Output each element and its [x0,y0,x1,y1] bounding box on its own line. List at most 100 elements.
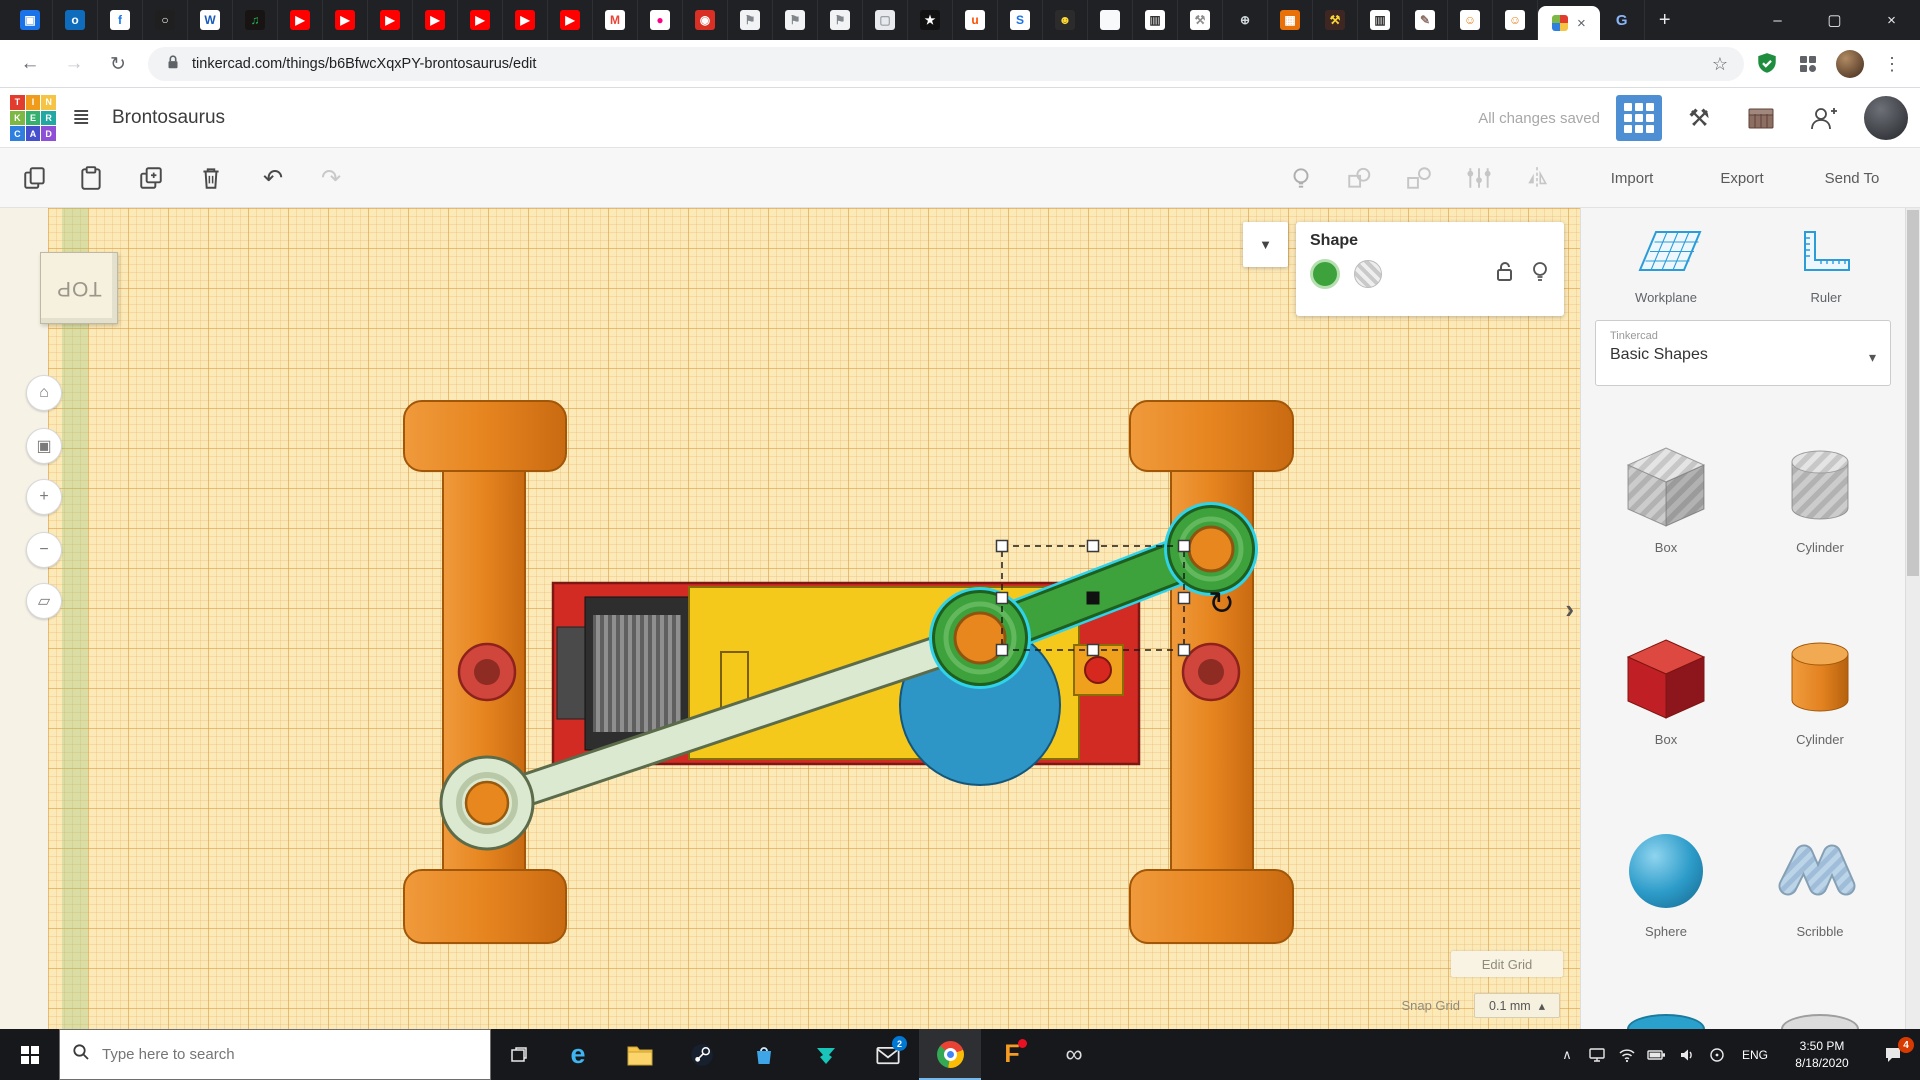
zoom-in-button[interactable]: + [26,479,62,515]
tab-youtube[interactable]: ▶ [458,0,503,40]
snap-grid-select[interactable]: 0.1 mm ▴ [1474,993,1560,1018]
import-button[interactable]: Import [1582,148,1682,208]
group-button[interactable] [1342,161,1376,195]
minecraft-export-icon[interactable]: ⚒ [1680,101,1718,135]
taskbar-app-explorer[interactable] [609,1029,671,1080]
adblock-shield-icon[interactable] [1756,52,1778,81]
url-bar[interactable]: tinkercad.com/things/b6BfwcXqxPY-brontos… [148,47,1744,81]
forward-button[interactable]: → [58,48,90,80]
back-button[interactable]: ← [14,48,46,80]
3d-canvas[interactable]: ↻ TOP ⌂ ▣ + − ▱ ▼ Shape [0,208,1580,1029]
paste-button[interactable] [74,161,108,195]
taskbar-clock[interactable]: 3:50 PM 8/18/2020 [1778,1038,1866,1072]
tab-youtube[interactable]: ▶ [503,0,548,40]
export-button[interactable]: Export [1692,148,1792,208]
unlock-icon[interactable] [1494,260,1516,289]
align-button[interactable] [1462,161,1496,195]
tray-overflow-chevron-icon[interactable]: ∧ [1552,1029,1582,1080]
window-minimize-button[interactable]: – [1749,0,1806,40]
tab-youtube[interactable]: ▶ [323,0,368,40]
tab-youtube[interactable]: ▶ [368,0,413,40]
browser-profile-avatar[interactable] [1836,50,1864,78]
tab-youtube[interactable]: ▶ [413,0,458,40]
taskbar-app-camtasia[interactable]: ∞ [1043,1029,1105,1080]
taskbar-app-chrome[interactable] [919,1029,981,1080]
reload-button[interactable]: ↻ [102,48,134,80]
edit-grid-button[interactable]: Edit Grid [1451,951,1563,977]
tab-hammers[interactable]: ⚒ [1178,0,1223,40]
shape-box-hole[interactable]: Box [1591,440,1741,555]
blocks-view-button[interactable] [1616,95,1662,141]
tab-google[interactable]: G [1600,0,1645,40]
shape-scribble[interactable]: Scribble [1745,824,1895,939]
tab-flickr[interactable]: ● [638,0,683,40]
tab-monkey-emoji[interactable]: ☺ [1493,0,1538,40]
display-icon[interactable] [1582,1029,1612,1080]
tab-ultimate-guitar[interactable]: u [953,0,998,40]
user-avatar[interactable] [1864,96,1908,140]
browser-menu-kebab-icon[interactable]: ⋮ [1876,48,1908,80]
new-tab-button[interactable]: + [1645,0,1685,40]
redo-button[interactable]: ↷ [314,161,348,195]
taskbar-app-edge[interactable]: e [547,1029,609,1080]
tab-emoji-face[interactable]: ☻ [1043,0,1088,40]
taskbar-app-mail[interactable]: 2 [857,1029,919,1080]
scrollbar-thumb[interactable] [1907,210,1919,576]
wifi-icon[interactable] [1612,1029,1642,1080]
home-view-button[interactable]: ⌂ [26,375,62,411]
tab-piano-keys[interactable]: ▥ [1133,0,1178,40]
window-close-button[interactable]: × [1863,0,1920,40]
taskbar-app-predator[interactable] [795,1029,857,1080]
tab-pickaxe-gold[interactable]: ⚒ [1313,0,1358,40]
pen-settings-icon[interactable] [1702,1029,1732,1080]
shape-category-dropdown[interactable]: Tinkercad Basic Shapes ▾ [1595,320,1891,386]
tab-close-icon[interactable]: × [1577,15,1586,32]
speaker-icon[interactable] [1672,1029,1702,1080]
shape-partial-next-row[interactable] [1627,1014,1705,1029]
brick-export-icon[interactable] [1742,101,1780,135]
language-indicator[interactable]: ENG [1732,1048,1778,1062]
tab-spotify[interactable]: ♫ [233,0,278,40]
mirror-button[interactable] [1520,161,1554,195]
tab-globe-dark[interactable]: ⊕ [1223,0,1268,40]
ruler-tool[interactable]: Ruler [1771,224,1881,305]
sidebar-collapse-chevron[interactable]: › [1565,594,1574,625]
taskbar-app-store[interactable] [733,1029,795,1080]
tab-tinkercad-active[interactable]: × [1538,6,1600,40]
fit-view-button[interactable]: ▣ [26,428,62,464]
hide-lightbulb-icon[interactable] [1530,260,1550,289]
model-axle-left[interactable] [459,644,515,700]
shape-box[interactable]: Box [1591,632,1741,747]
tab-pencil-tool[interactable]: ✎ [1403,0,1448,40]
window-maximize-button[interactable]: ▢ [1806,0,1863,40]
perspective-toggle-button[interactable]: ▱ [26,583,62,619]
tab-monkey-emoji[interactable]: ☺ [1448,0,1493,40]
taskbar-search[interactable] [59,1029,491,1080]
tab-grid-orange[interactable]: ▦ [1268,0,1313,40]
solid-color-swatch[interactable] [1310,259,1340,289]
model-axle-right[interactable] [1183,644,1239,700]
tab-songsterr[interactable]: S [998,0,1043,40]
undo-button[interactable]: ↶ [256,161,290,195]
tab-outlook[interactable]: o [53,0,98,40]
hole-swatch[interactable] [1354,260,1382,288]
rotate-handle[interactable]: ↻ [1208,585,1235,621]
tab-image-placeholder[interactable]: ▢ [863,0,908,40]
copy-button[interactable] [18,161,52,195]
panel-collapse-button[interactable]: ▼ [1243,222,1288,267]
design-title[interactable]: Brontosaurus [112,88,225,148]
view-cube[interactable]: TOP [40,252,118,324]
task-view-button[interactable] [491,1029,547,1080]
tab-map-pin[interactable]: ⚑ [728,0,773,40]
start-button[interactable] [0,1029,59,1080]
duplicate-button[interactable] [134,161,168,195]
shape-cylinder-hole[interactable]: Cylinder [1745,440,1895,555]
tab-gmail[interactable]: M [593,0,638,40]
search-input[interactable] [100,1045,478,1064]
tab-piano-keys[interactable]: ▥ [1358,0,1403,40]
tab-youtube[interactable]: ▶ [278,0,323,40]
shape-partial-next-row[interactable] [1781,1014,1859,1029]
ungroup-button[interactable] [1402,161,1436,195]
tab-star-black[interactable]: ★ [908,0,953,40]
workplane-tool[interactable]: Workplane [1611,224,1721,305]
